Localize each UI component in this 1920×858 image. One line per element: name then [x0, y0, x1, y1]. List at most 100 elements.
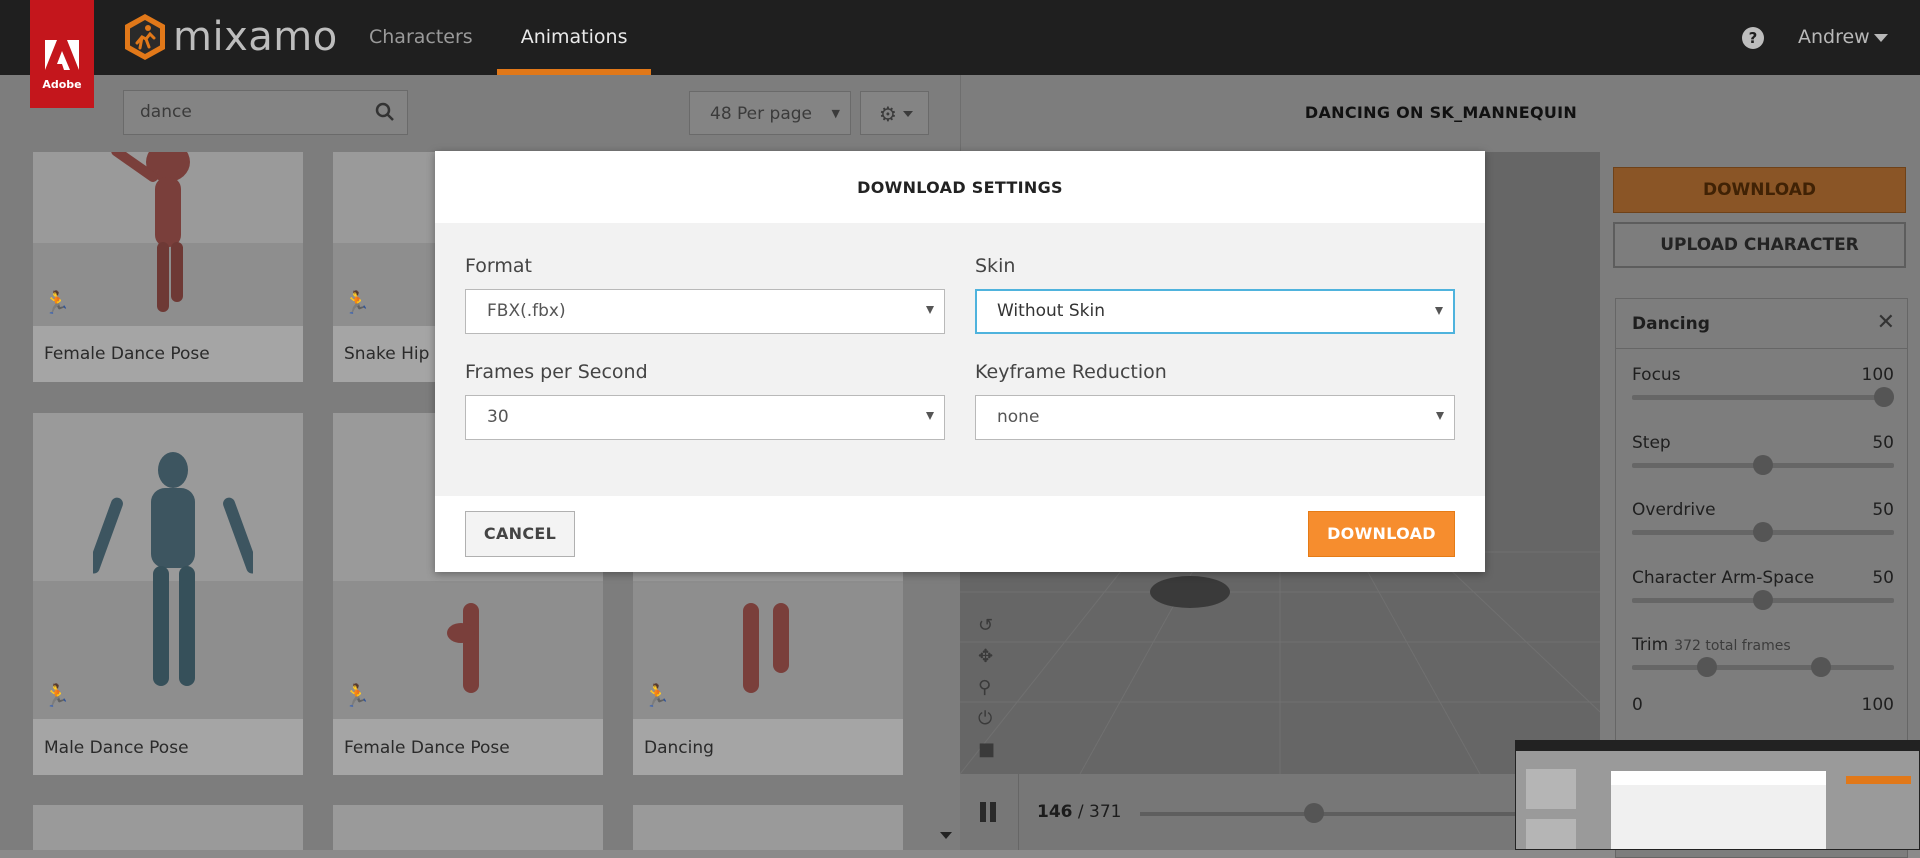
animation-type-icon: 🏃: [343, 684, 371, 709]
screenshot-thumbnail[interactable]: [1515, 740, 1920, 850]
cancel-button[interactable]: CANCEL: [465, 511, 575, 557]
slider-handle[interactable]: [1753, 455, 1773, 475]
current-frame: 146: [1037, 802, 1073, 822]
viewer-title: DANCING ON SK_MANNEQUIN: [1304, 103, 1578, 122]
download-settings-dialog: DOWNLOAD SETTINGS Format FBX(.fbx) Skin …: [435, 151, 1485, 572]
skin-value: Without Skin: [997, 301, 1105, 321]
animation-type-icon: 🏃: [43, 291, 71, 316]
dialog-footer: CANCEL DOWNLOAD: [435, 496, 1485, 572]
animation-thumbnail: 🏃: [33, 413, 303, 719]
viewer-header: DANCING ON SK_MANNEQUIN: [960, 75, 1920, 152]
dropdown-arrow-icon: [1436, 412, 1444, 420]
animation-label: Snake Hip H: [344, 344, 448, 364]
mannequin-figure: [447, 603, 479, 693]
download-button[interactable]: DOWNLOAD: [1613, 167, 1906, 213]
playhead-handle[interactable]: [1303, 803, 1324, 823]
slider-handle[interactable]: [1753, 522, 1773, 542]
caret-down-icon: [903, 111, 913, 117]
per-page-select[interactable]: 48 Per page ▼: [689, 91, 851, 135]
move-icon[interactable]: ✥: [978, 641, 995, 672]
mannequin-figure: [111, 152, 190, 312]
tab-characters[interactable]: Characters: [345, 0, 497, 75]
fps-value: 30: [487, 407, 509, 427]
dialog-body: Format FBX(.fbx) Skin Without Skin Frame…: [435, 223, 1485, 496]
top-bar: mixamo Characters Animations ? Andrew: [0, 0, 1920, 75]
mixamo-logo-icon: [123, 13, 167, 61]
search-input[interactable]: dance: [123, 90, 408, 135]
animation-card[interactable]: 🏃 Male Dance Pose: [33, 413, 303, 775]
total-frames: / 371: [1077, 802, 1122, 822]
adobe-text: Adobe: [42, 78, 82, 91]
zoom-icon[interactable]: ⚲: [978, 672, 995, 703]
animation-name: Dancing: [1632, 314, 1710, 334]
animation-label: Male Dance Pose: [44, 738, 189, 758]
camera-icon[interactable]: ■: [978, 734, 995, 765]
pause-icon[interactable]: [980, 802, 996, 822]
format-value: FBX(.fbx): [487, 301, 566, 321]
fps-label: Frames per Second: [465, 361, 648, 383]
slider-handle[interactable]: [1874, 387, 1894, 407]
settings-menu-button[interactable]: ⚙: [860, 91, 929, 135]
search-icon[interactable]: [375, 102, 395, 122]
animation-type-icon: 🏃: [343, 291, 371, 316]
confirm-download-button[interactable]: DOWNLOAD: [1308, 511, 1455, 557]
animation-card[interactable]: [633, 805, 903, 850]
animation-label: Dancing: [644, 738, 714, 758]
help-icon[interactable]: ?: [1742, 27, 1764, 49]
keyframe-select[interactable]: none: [975, 395, 1455, 440]
keyframe-value: none: [997, 407, 1040, 427]
animation-label: Female Dance Pose: [44, 344, 210, 364]
trim-label: Trim: [1632, 635, 1669, 655]
caret-down-icon: [1873, 33, 1888, 42]
scroll-down-icon[interactable]: [940, 832, 952, 839]
animation-thumbnail: 🏃: [33, 152, 303, 326]
per-page-value: 48 Per page: [710, 104, 812, 124]
mannequin-figure: [743, 603, 789, 693]
animation-type-icon: 🏃: [643, 684, 671, 709]
trim-min: 0: [1632, 695, 1643, 715]
logo-text: mixamo: [173, 14, 338, 60]
close-icon[interactable]: ✕: [1877, 310, 1895, 335]
trim-start-handle[interactable]: [1697, 657, 1718, 677]
animation-card[interactable]: [333, 805, 603, 850]
user-name: Andrew: [1798, 26, 1870, 48]
skin-select[interactable]: Without Skin: [975, 289, 1455, 334]
fps-select[interactable]: 30: [465, 395, 945, 440]
dropdown-arrow-icon: [926, 412, 934, 420]
animation-label: Female Dance Pose: [344, 738, 510, 758]
search-toolbar: dance 48 Per page ▼ ⚙: [0, 75, 960, 152]
animation-type-icon: 🏃: [43, 684, 71, 709]
gear-icon: ⚙: [879, 102, 897, 126]
dialog-title: DOWNLOAD SETTINGS: [857, 178, 1063, 197]
tab-animations[interactable]: Animations: [496, 0, 652, 75]
animation-thumbnail: [333, 805, 603, 850]
trim-end-handle[interactable]: [1811, 657, 1832, 677]
mannequin-figure: [93, 452, 253, 686]
dropdown-arrow-icon: [926, 306, 934, 314]
mixamo-logo[interactable]: mixamo: [123, 13, 338, 61]
viewer-tools: ↺ ✥ ⚲ ⏻ ■: [978, 610, 995, 765]
format-select[interactable]: FBX(.fbx): [465, 289, 945, 334]
user-menu[interactable]: Andrew: [1798, 26, 1888, 48]
playback-bar: 146 / 371: [960, 774, 1600, 850]
dropdown-arrow-icon: ▼: [831, 107, 840, 120]
power-icon[interactable]: ⏻: [978, 703, 995, 734]
animation-card[interactable]: 🏃 Female Dance Pose: [33, 152, 303, 382]
format-label: Format: [465, 255, 532, 277]
dropdown-arrow-icon: [1435, 307, 1443, 315]
trim-note: 372 total frames: [1674, 638, 1791, 654]
slider-handle[interactable]: [1753, 590, 1773, 610]
keyframe-label: Keyframe Reduction: [975, 361, 1167, 383]
dialog-header: DOWNLOAD SETTINGS: [435, 151, 1485, 223]
trim-max: 100: [1861, 695, 1894, 715]
upload-character-button[interactable]: UPLOAD CHARACTER: [1613, 222, 1906, 268]
frame-counter: 146 / 371: [1037, 802, 1122, 822]
skin-label: Skin: [975, 255, 1016, 277]
animation-card[interactable]: [33, 805, 303, 850]
animation-thumbnail: [33, 805, 303, 850]
adobe-logo-icon: [30, 0, 94, 76]
adobe-badge[interactable]: Adobe: [30, 0, 94, 108]
timeline-track[interactable]: [1140, 812, 1580, 816]
main-nav: Characters Animations: [345, 0, 652, 75]
reset-icon[interactable]: ↺: [978, 610, 995, 641]
